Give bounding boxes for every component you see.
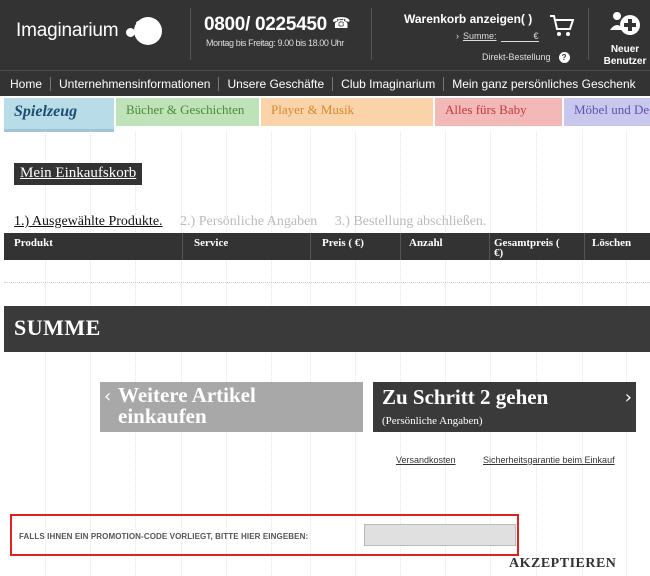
logo-mark-icon (122, 16, 166, 46)
accept-button[interactable]: AKZEPTIEREN (509, 556, 616, 572)
column-produkt: Produkt (14, 237, 53, 249)
promo-code-box: FALLS IHNEN EIN PROMOTION-CODE VORLIEGT,… (10, 514, 519, 556)
cart-sum-label[interactable]: Summe: (463, 31, 497, 41)
cart-sum-value: € (500, 31, 539, 42)
add-user-icon (610, 12, 640, 35)
phone-block: 0800/ 0225450 ☎ Montag bis Freitag: 9.00 … (204, 14, 369, 48)
header-divider (190, 8, 191, 60)
column-gesamtpreis: Gesamtpreis (€) (494, 237, 560, 259)
promo-code-label: FALLS IHNEN EIN PROMOTION-CODE VORLIEGT,… (19, 532, 309, 541)
nav-item-company[interactable]: Unternehmensinformationen (50, 76, 218, 91)
new-user-button[interactable]: Neuer Benutzer (600, 10, 650, 67)
column-anzahl: Anzahl (409, 237, 443, 249)
new-user-label-1: Neuer (610, 44, 640, 55)
promo-code-input[interactable] (364, 524, 516, 546)
shopping-cart-icon[interactable] (549, 14, 575, 38)
new-user-label-2: Benutzer (603, 56, 647, 67)
step-2: 2.) Persönliche Angaben (180, 214, 318, 229)
total-bar: SUMME (4, 306, 650, 352)
column-service: Service (194, 237, 229, 249)
logo[interactable]: Imaginarium (16, 16, 166, 46)
cart-sum: › Summe: € (456, 31, 539, 42)
step-3: 3.) Bestellung abschließen. (334, 214, 487, 229)
nav-item-home[interactable]: Home (0, 77, 50, 91)
nav-item-gift[interactable]: Mein ganz persönliches Geschenk (443, 76, 643, 91)
next-step-button[interactable]: Zu Schritt 2 gehen (Persönliche Angaben)… (373, 382, 636, 432)
step-1[interactable]: 1.) Ausgewählte Produkte. (14, 214, 163, 230)
tab-moebel[interactable]: Möbel und De (564, 98, 650, 126)
column-loeschen: Löschen (592, 237, 632, 249)
phone-number: 0800/ 0225450 (204, 14, 327, 35)
cart-table-header: Produkt Service Preis ( €) Anzahl Gesamt… (4, 233, 650, 260)
nav-item-stores[interactable]: Unsere Geschäfte (218, 76, 332, 91)
tab-spielzeug[interactable]: Spielzeug (4, 98, 114, 132)
tab-player-musik[interactable]: Player & Musik (261, 98, 433, 126)
direct-order-link[interactable]: Direkt-Bestellung? (482, 52, 570, 63)
telephone-icon: ☎ (331, 15, 351, 32)
checkout-steps: 1.) Ausgewählte Produkte. 2.) Persönlich… (14, 214, 500, 230)
logo-text: Imaginarium (16, 20, 119, 41)
category-tabs: Spielzeug Bücher & Geschichten Player & … (0, 96, 650, 132)
phone-hours: Montag bis Freitag: 9.00 bis 18.00 Uhr (206, 38, 344, 48)
site-header: Imaginarium 0800/ 0225450 ☎ Montag bis Fr… (0, 0, 650, 70)
continue-shopping-button[interactable]: ‹ Weitere Artikel einkaufen (100, 382, 363, 432)
background-grid (0, 131, 650, 576)
chevron-left-icon: ‹ (104, 386, 112, 407)
total-label: SUMME (14, 315, 101, 340)
cart-show-link[interactable]: Warenkorb anzeigen( ) (404, 12, 532, 26)
page-title: Mein Einkaufskorb (14, 163, 143, 185)
tab-buecher[interactable]: Bücher & Geschichten (116, 98, 259, 126)
security-guarantee-link[interactable]: Sicherheitsgarantie beim Einkauf (483, 455, 615, 465)
help-icon[interactable]: ? (558, 52, 570, 63)
header-divider (588, 8, 589, 60)
column-preis: Preis ( €) (322, 237, 364, 249)
chevron-right-icon: › (624, 387, 632, 408)
shipping-costs-link[interactable]: Versandkosten (396, 455, 456, 465)
main-nav: Home Unternehmensinformationen Unsere Ge… (0, 70, 650, 96)
nav-item-club[interactable]: Club Imaginarium (332, 76, 443, 91)
tab-baby[interactable]: Alles fürs Baby (435, 98, 562, 126)
cart-empty-row (4, 282, 650, 283)
header-divider (371, 8, 372, 60)
